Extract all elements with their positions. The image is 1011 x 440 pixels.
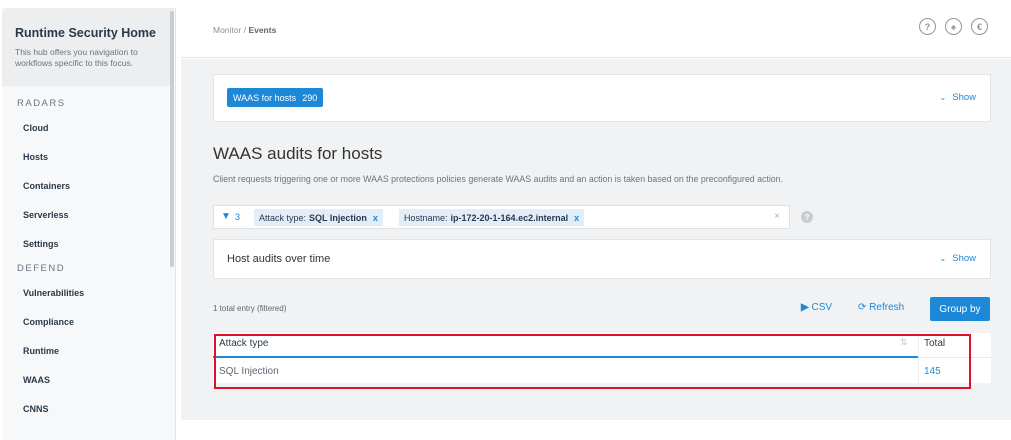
waas-hosts-badge[interactable]: WAAS for hosts 290	[227, 88, 324, 107]
column-separator	[918, 333, 919, 383]
sidebar-description-line: workflows specific to this focus.	[15, 58, 134, 68]
main-area: Monitor / Events ? ♠ € WAAS for hosts 29…	[181, 0, 1011, 440]
filter-count: 3	[235, 212, 241, 222]
sidebar-item-serverless[interactable]: Serverless	[23, 210, 69, 220]
sidebar-item-runtime[interactable]: Runtime	[23, 346, 59, 356]
table-row-total[interactable]: 145	[924, 366, 941, 377]
audits-table: Attack type ⇅ Total SQL Injection 145	[213, 333, 991, 383]
chip-key: Attack type:	[259, 212, 307, 223]
sidebar-description: This hub offers you navigation to workfl…	[15, 47, 162, 69]
sidebar-scrollbar[interactable]	[170, 11, 174, 267]
app-window: Runtime Security Home This hub offers yo…	[0, 0, 1011, 440]
user-profile-icon[interactable]: €	[971, 18, 988, 35]
chevron-down-icon: ⌄	[939, 254, 947, 263]
sort-icon[interactable]: ⇅	[900, 337, 908, 348]
content-area: WAAS for hosts 290 ⌄ Show WAAS audits for…	[181, 59, 1011, 420]
sidebar-item-cnns[interactable]: CNNS	[23, 404, 49, 414]
remove-chip-icon[interactable]: x	[574, 213, 579, 223]
export-icon: ▶	[801, 302, 809, 313]
sidebar-item-vulnerabilities[interactable]: Vulnerabilities	[23, 288, 84, 298]
section-radars: RADARS	[17, 98, 66, 109]
filter-funnel-icon: ▼	[221, 211, 231, 222]
sidebar-item-cloud[interactable]: Cloud	[23, 123, 49, 133]
breadcrumb-current: Events	[248, 25, 277, 35]
filter-help-icon[interactable]: ?	[801, 211, 813, 223]
host-audits-title: Host audits over time	[227, 253, 331, 265]
active-column-underline	[213, 356, 918, 358]
filter-bar[interactable]: ▼ 3 Attack type: SQL Injection x Hostname…	[213, 205, 790, 229]
sidebar-title: Runtime Security Home	[15, 26, 157, 40]
sidebar-item-hosts[interactable]: Hosts	[23, 152, 48, 162]
csv-label: CSV	[811, 302, 833, 313]
sidebar-description-line: This hub offers you navigation to	[15, 47, 138, 57]
sidebar-item-compliance[interactable]: Compliance	[23, 317, 74, 327]
refresh-icon: ⟳	[858, 302, 867, 313]
waas-summary-card: WAAS for hosts 290 ⌄ Show	[213, 74, 991, 122]
sidebar-item-waas[interactable]: WAAS	[23, 375, 50, 385]
chip-key: Hostname:	[404, 212, 448, 223]
group-by-button[interactable]: Group by	[930, 297, 990, 321]
column-header-total[interactable]: Total	[924, 338, 945, 349]
refresh-button[interactable]: ⟳ Refresh	[858, 302, 904, 313]
page-title: WAAS audits for hosts	[213, 144, 383, 163]
total-entry-count: 1 total entry (filtered)	[213, 304, 287, 313]
notifications-icon[interactable]: ♠	[945, 18, 962, 35]
badge-count: 290	[302, 92, 318, 103]
clear-filters-icon[interactable]: ×	[774, 211, 780, 222]
breadcrumb: Monitor / Events	[213, 25, 276, 35]
page-subtitle: Client requests triggering one or more W…	[213, 174, 784, 184]
filter-chip-hostname[interactable]: Hostname: ip-172-20-1-164.ec2.internal x	[399, 209, 585, 226]
csv-export-button[interactable]: ▶ CSV	[801, 302, 832, 313]
host-audits-card: Host audits over time ⌄ Show	[213, 239, 991, 279]
section-defend: DEFEND	[17, 263, 66, 274]
column-header-attack-type[interactable]: Attack type	[219, 338, 268, 349]
badge-label: WAAS for hosts	[233, 92, 297, 103]
breadcrumb-parent[interactable]: Monitor	[213, 25, 241, 35]
filter-chip-attack-type[interactable]: Attack type: SQL Injection x	[254, 209, 383, 226]
help-icon[interactable]: ?	[919, 18, 936, 35]
remove-chip-icon[interactable]: x	[373, 213, 378, 223]
show-toggle-waas[interactable]: ⌄ Show	[940, 92, 976, 103]
show-label: Show	[952, 92, 976, 103]
sidebar-item-settings[interactable]: Settings	[23, 239, 59, 249]
chip-value: SQL Injection	[309, 212, 367, 223]
show-toggle-host-audits[interactable]: ⌄ Show	[940, 253, 976, 264]
table-row-attack-type: SQL Injection	[219, 366, 279, 377]
sidebar-item-containers[interactable]: Containers	[23, 181, 70, 191]
refresh-label: Refresh	[869, 302, 905, 313]
sidebar: Runtime Security Home This hub offers yo…	[2, 8, 176, 440]
show-label: Show	[952, 253, 976, 264]
top-bar: Monitor / Events ? ♠ €	[181, 0, 1011, 58]
sidebar-header: Runtime Security Home This hub offers yo…	[2, 8, 174, 86]
chevron-down-icon: ⌄	[939, 93, 947, 102]
chip-value: ip-172-20-1-164.ec2.internal	[450, 212, 569, 223]
